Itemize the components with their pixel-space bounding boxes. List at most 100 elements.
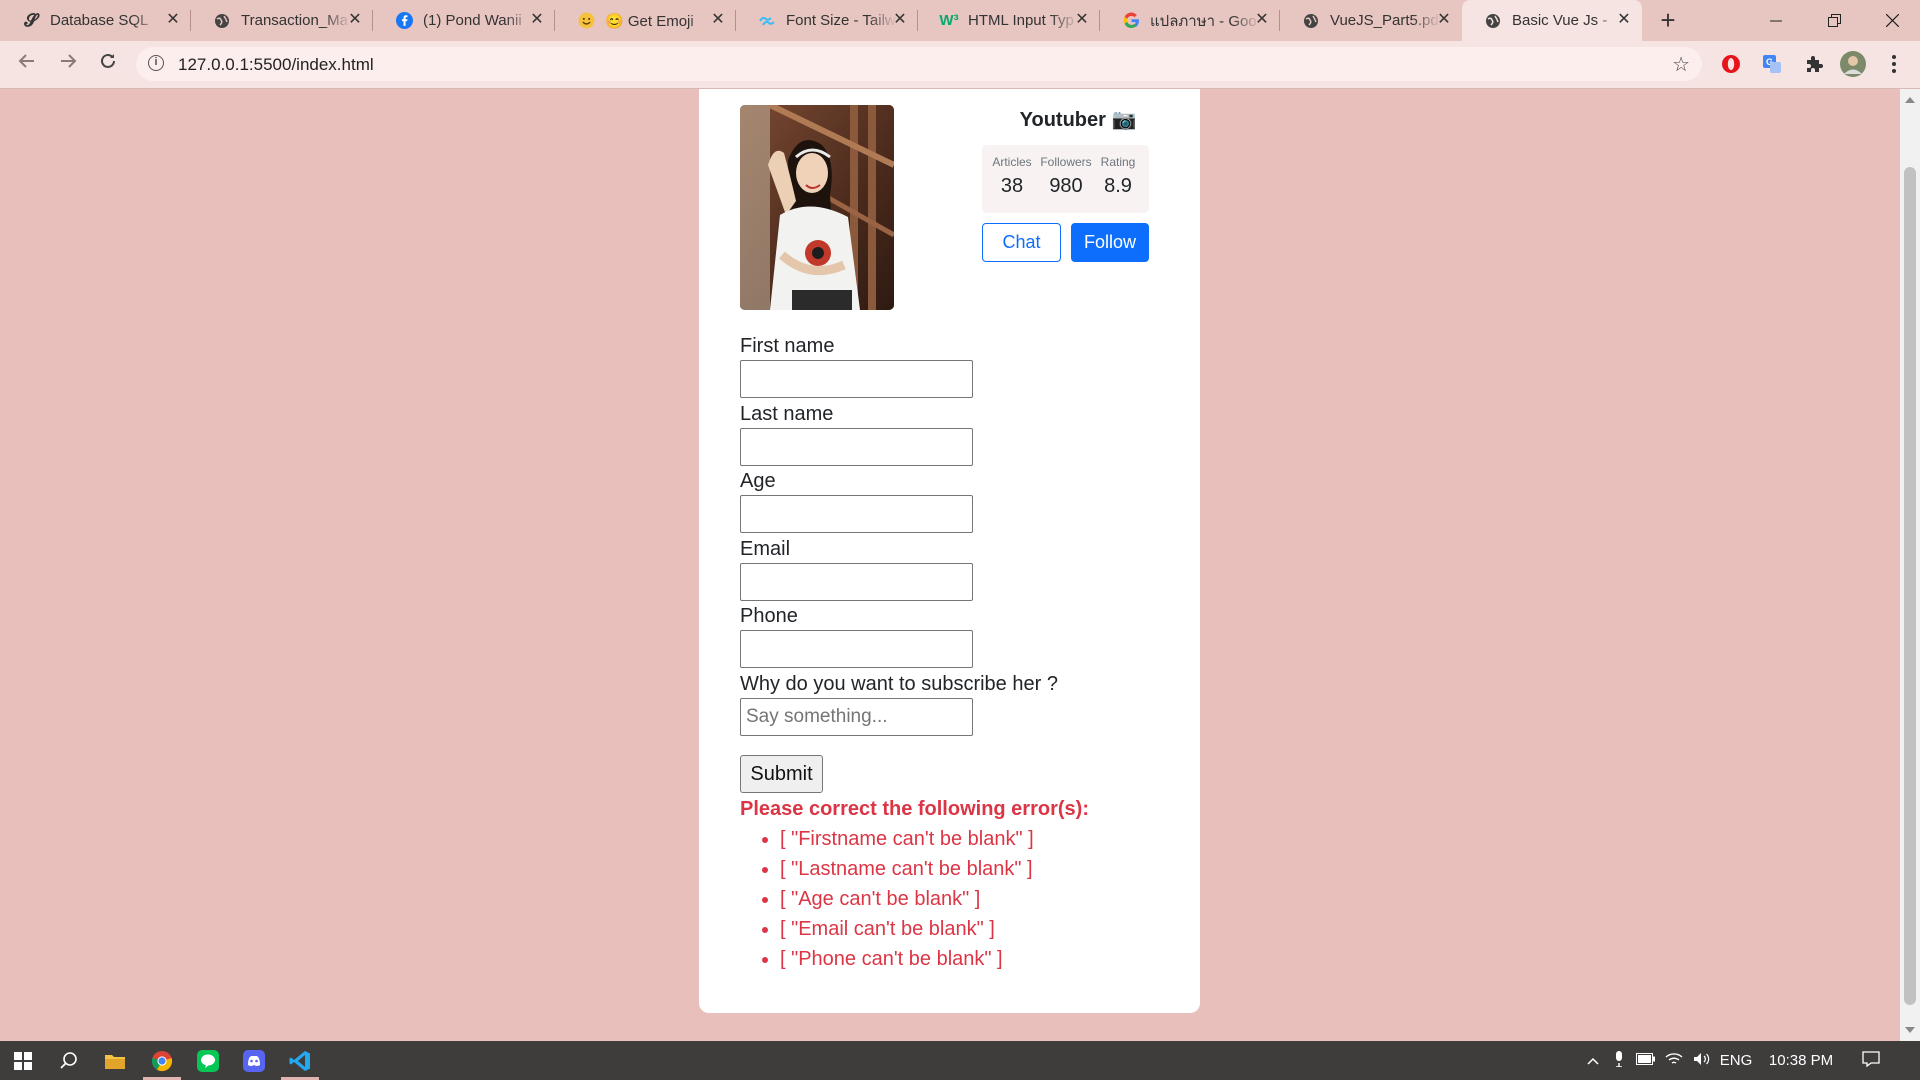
arrow-right-icon <box>61 54 77 68</box>
chrome-taskbar-button[interactable] <box>139 1041 185 1080</box>
close-tab-icon[interactable]: ✕ <box>529 12 545 28</box>
scrollbar-thumb[interactable] <box>1904 167 1916 1005</box>
close-tab-icon[interactable]: ✕ <box>710 12 726 28</box>
line-icon <box>197 1049 219 1072</box>
close-tab-icon[interactable]: ✕ <box>1616 12 1632 28</box>
wifi-icon[interactable] <box>1660 1052 1688 1070</box>
phone-input[interactable] <box>740 630 973 668</box>
input-language-indicator[interactable]: ENG <box>1716 1052 1756 1069</box>
stat-label: Rating <box>1100 155 1136 169</box>
back-button[interactable] <box>14 51 40 77</box>
address-bar[interactable]: i 127.0.0.1:5500/index.html ☆ <box>136 47 1702 81</box>
last-name-input[interactable] <box>740 428 973 466</box>
tab-tailwind[interactable]: Font Size - Tailw ✕ <box>736 0 918 41</box>
extensions-puzzle-icon[interactable] <box>1803 53 1825 75</box>
stat-label: Articles <box>992 155 1032 169</box>
globe-icon <box>1484 12 1502 30</box>
restore-button[interactable] <box>1807 0 1861 41</box>
stat-value: 980 <box>1049 175 1083 197</box>
email-input[interactable] <box>740 563 973 601</box>
why-input[interactable] <box>740 698 973 736</box>
close-tab-icon[interactable]: ✕ <box>1254 12 1270 28</box>
file-explorer-button[interactable] <box>92 1041 138 1080</box>
search-button[interactable] <box>46 1041 92 1080</box>
tab-google-translate[interactable]: แปลภาษา - Goo ✕ <box>1100 0 1280 41</box>
globe-icon <box>1302 12 1320 30</box>
browser-toolbar: i 127.0.0.1:5500/index.html ☆ G <box>0 41 1920 89</box>
stats-panel: Articles 38 Followers 980 Rating 8.9 <box>982 145 1149 213</box>
chat-button[interactable]: Chat <box>982 223 1061 262</box>
channel-title: Youtuber 📷 <box>1019 109 1137 131</box>
age-label: Age <box>740 470 776 492</box>
age-input[interactable] <box>740 495 973 533</box>
error-item: [ "Email can't be blank" ] <box>780 914 1034 944</box>
translate-extension-icon[interactable]: G <box>1761 53 1783 75</box>
bookmark-star-icon[interactable]: ☆ <box>1672 52 1690 77</box>
google-icon <box>1122 12 1140 30</box>
sketch-s-icon: 𝓢 <box>24 10 38 31</box>
email-label: Email <box>740 538 791 560</box>
error-title: Please correct the following error(s): <box>740 798 1089 820</box>
close-tab-icon[interactable]: ✕ <box>892 12 908 28</box>
close-tab-icon[interactable]: ✕ <box>165 12 181 28</box>
stat-label: Followers <box>1040 155 1092 169</box>
show-hidden-icons-chevron[interactable] <box>1580 1052 1606 1069</box>
tab-vuejs-part5[interactable]: VueJS_Part5.pd ✕ <box>1280 0 1462 41</box>
stat-articles: Articles 38 <box>992 155 1032 198</box>
stat-followers: Followers 980 <box>1040 155 1092 198</box>
notification-center-icon[interactable] <box>1846 1050 1896 1071</box>
new-tab-button[interactable]: + <box>1655 7 1681 33</box>
first-name-input[interactable] <box>740 360 973 398</box>
error-item: [ "Firstname can't be blank" ] <box>780 824 1034 854</box>
start-button[interactable] <box>0 1041 46 1080</box>
close-tab-icon[interactable]: ✕ <box>1436 12 1452 28</box>
search-icon <box>60 1051 77 1069</box>
vscode-taskbar-button[interactable] <box>277 1041 323 1080</box>
page-scrollbar[interactable] <box>1900 89 1920 1041</box>
error-list: [ "Firstname can't be blank" ] [ "Lastna… <box>740 824 1034 974</box>
arrow-left-icon <box>18 54 34 68</box>
scroll-up-arrow[interactable] <box>1905 97 1915 103</box>
tab-get-emoji[interactable]: 😊 Get Emoji ✕ <box>555 0 736 41</box>
reload-icon <box>101 53 115 68</box>
close-tab-icon[interactable]: ✕ <box>347 12 363 28</box>
tab-basic-vue-js[interactable]: Basic Vue Js - ✕ <box>1462 0 1642 41</box>
vscode-icon <box>289 1050 310 1071</box>
scroll-down-arrow[interactable] <box>1905 1027 1915 1033</box>
tailwind-icon <box>758 12 776 30</box>
forward-button[interactable] <box>55 51 81 77</box>
clock[interactable]: 10:38 PM <box>1756 1052 1846 1069</box>
tab-transaction[interactable]: Transaction_Ma ✕ <box>191 0 373 41</box>
url-text[interactable]: 127.0.0.1:5500/index.html <box>178 55 374 75</box>
browser-menu-icon[interactable] <box>1883 53 1905 75</box>
reload-button[interactable] <box>95 51 121 77</box>
last-name-label: Last name <box>740 403 834 425</box>
system-tray: ENG 10:38 PM <box>1580 1041 1896 1080</box>
submit-button[interactable]: Submit <box>740 755 823 793</box>
error-item: [ "Age can't be blank" ] <box>780 884 1034 914</box>
minimize-button[interactable] <box>1749 0 1803 41</box>
chrome-icon <box>151 1050 173 1071</box>
tab-html-input-type[interactable]: W³ HTML Input Typ ✕ <box>918 0 1100 41</box>
discord-app-button[interactable] <box>231 1041 277 1080</box>
page-viewport: Youtuber 📷 Articles 38 Followers 980 Rat… <box>0 89 1900 1041</box>
tab-facebook[interactable]: (1) Pond Wanii ✕ <box>373 0 555 41</box>
volume-icon[interactable] <box>1688 1052 1716 1070</box>
microphone-icon[interactable] <box>1606 1050 1632 1071</box>
line-app-button[interactable] <box>185 1041 231 1080</box>
opera-extension-icon[interactable] <box>1720 53 1742 75</box>
close-window-button[interactable] <box>1865 0 1919 41</box>
profile-photo <box>740 105 894 310</box>
profile-avatar-icon[interactable] <box>1839 50 1867 78</box>
facebook-icon <box>395 12 413 30</box>
why-label: Why do you want to subscribe her ? <box>740 673 1058 695</box>
stat-value: 38 <box>1000 175 1024 197</box>
profile-card: Youtuber 📷 Articles 38 Followers 980 Rat… <box>699 89 1200 1013</box>
site-info-icon[interactable]: i <box>148 55 164 71</box>
battery-icon[interactable] <box>1632 1052 1660 1069</box>
w3schools-icon: W³ <box>939 12 959 29</box>
stat-value: 8.9 <box>1104 175 1132 197</box>
close-tab-icon[interactable]: ✕ <box>1074 12 1090 28</box>
tab-database-sql[interactable]: 𝓢 Database SQL ✕ <box>0 0 191 41</box>
follow-button[interactable]: Follow <box>1071 223 1149 262</box>
